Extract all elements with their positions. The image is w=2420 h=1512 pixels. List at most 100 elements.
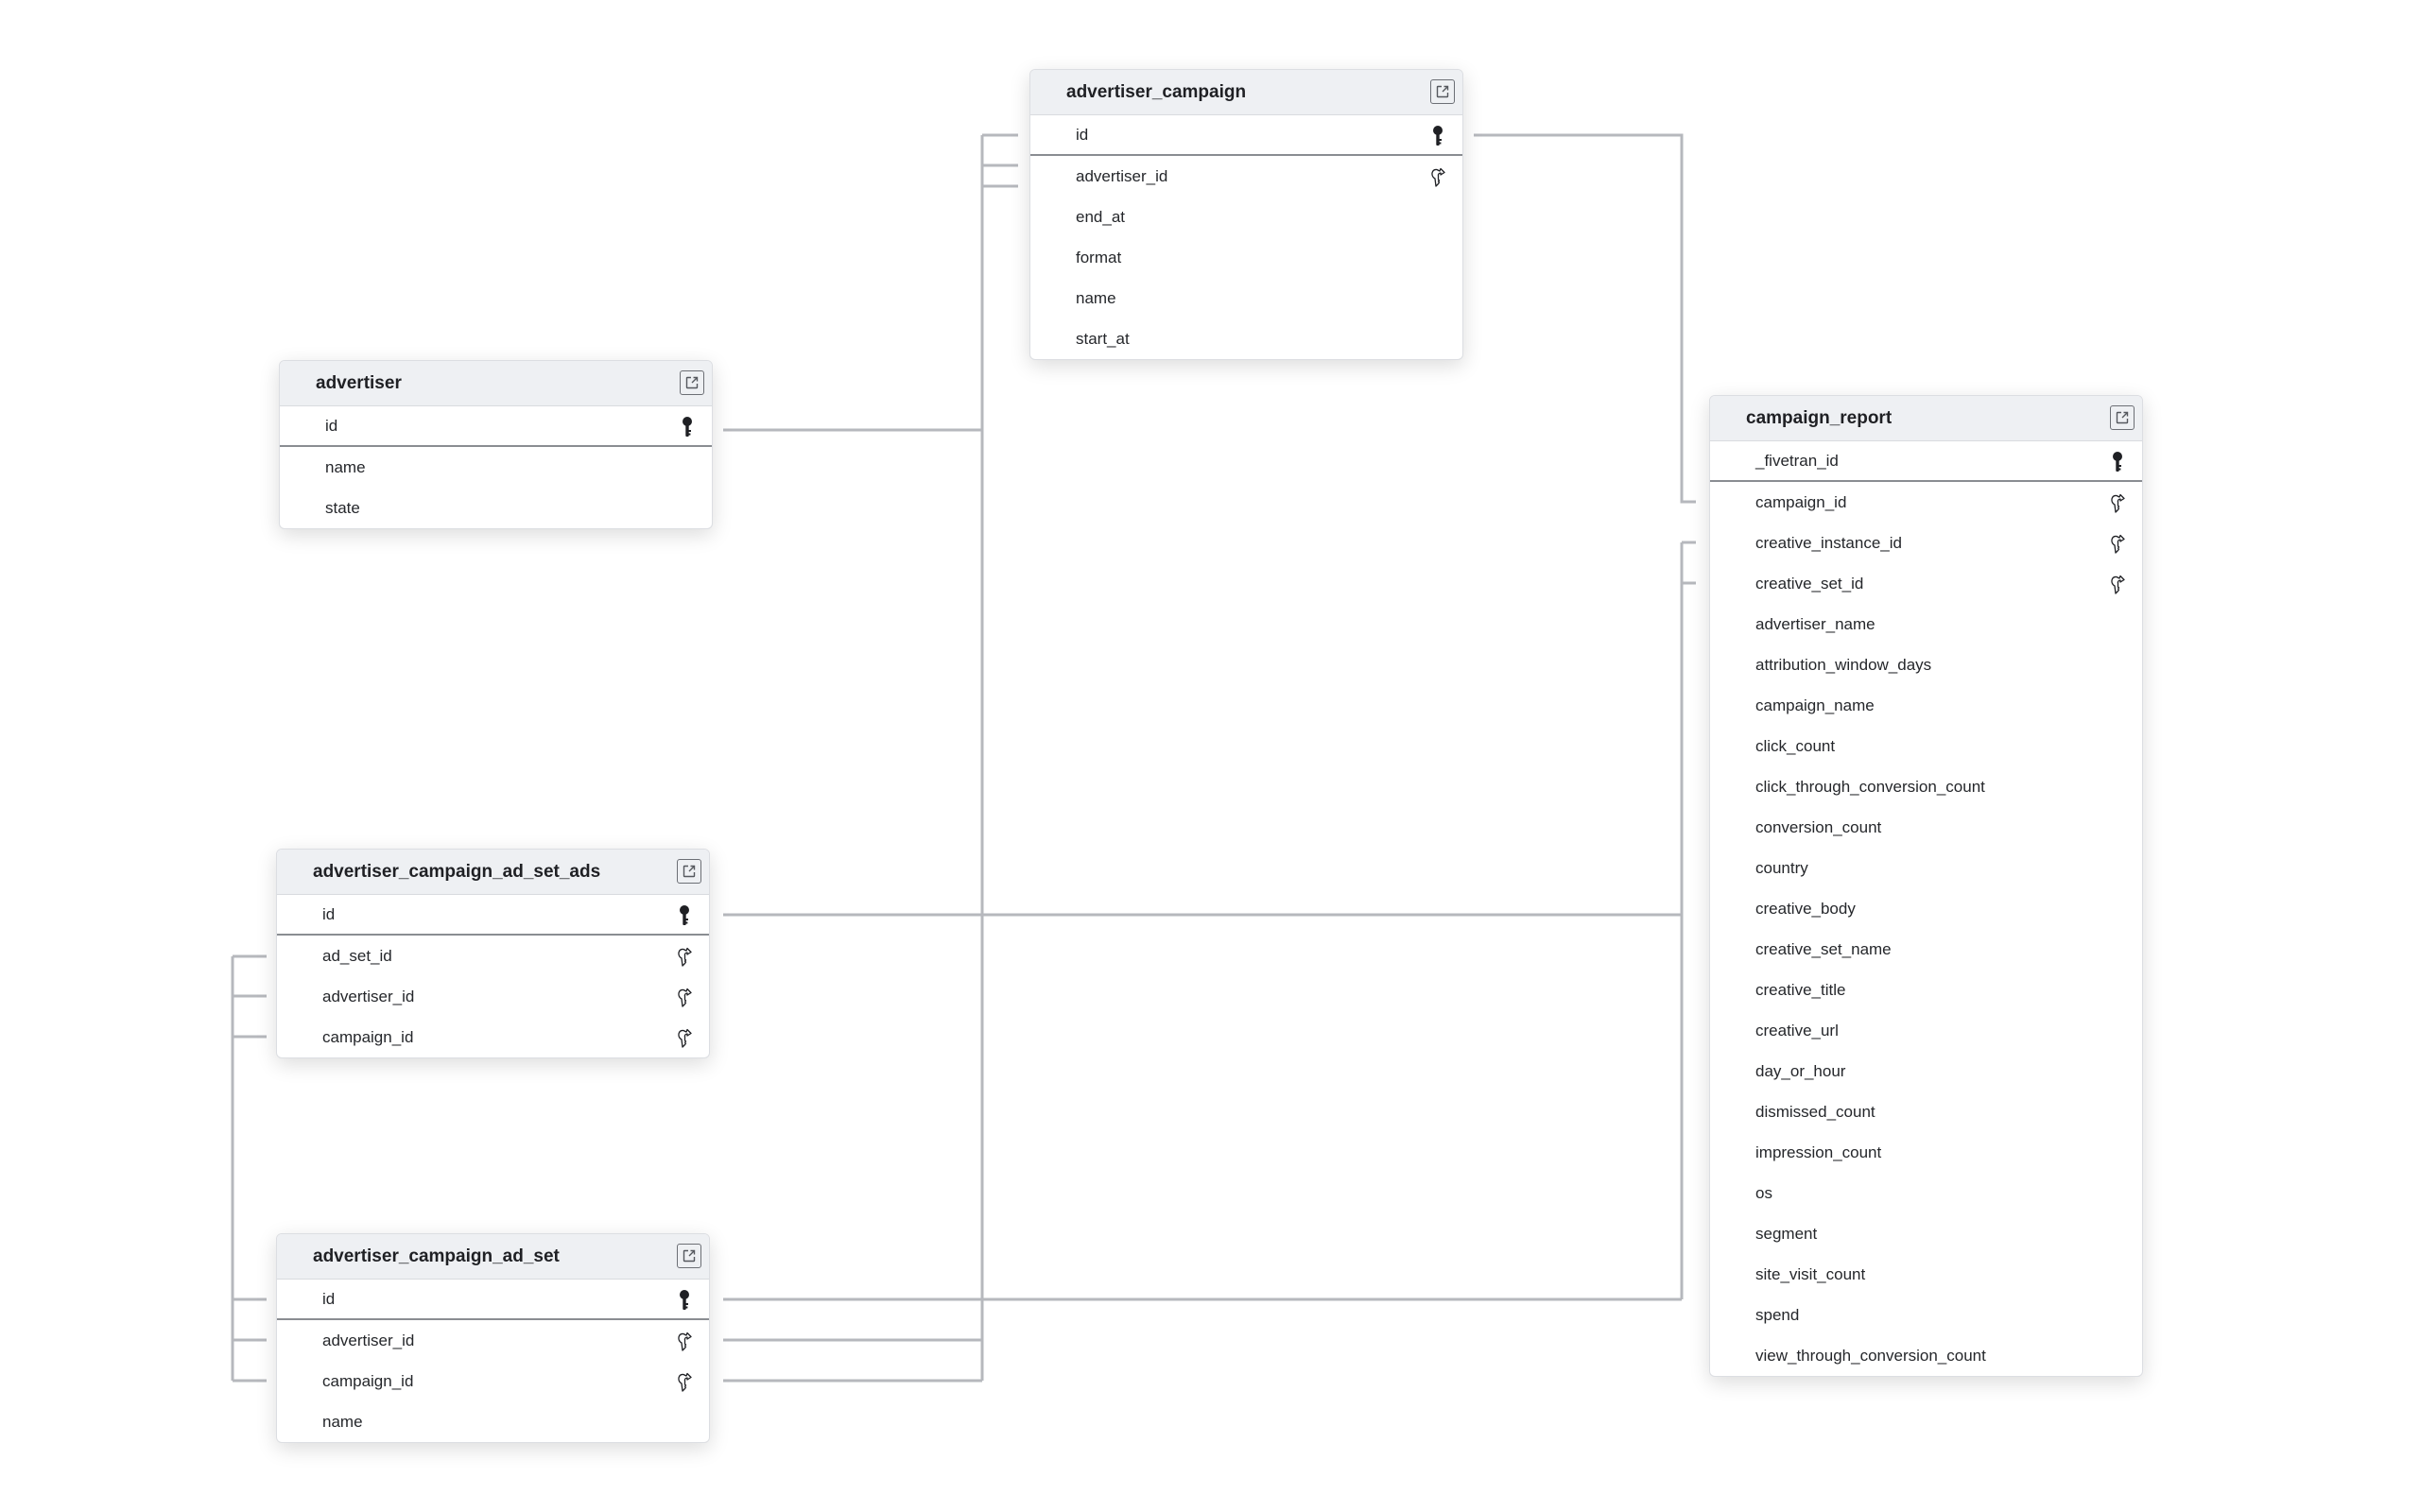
field-row[interactable]: advertiser_id (277, 1320, 709, 1361)
external-link-icon (1436, 85, 1449, 98)
connector-creative-ids (723, 541, 1696, 1301)
external-link-icon (683, 1249, 696, 1263)
field-row[interactable]: creative_set_id (1710, 563, 2142, 604)
field-row[interactable]: state (280, 488, 712, 528)
field-row[interactable]: name (280, 447, 712, 488)
field-row[interactable]: spend (1710, 1295, 2142, 1335)
field-row[interactable]: id (1030, 115, 1462, 156)
table-title: advertiser_campaign_ad_set (313, 1246, 560, 1266)
table-header: advertiser_campaign (1030, 70, 1462, 115)
field-name: id (322, 904, 336, 923)
field-name: name (322, 1412, 363, 1431)
table-title: advertiser_campaign (1066, 81, 1247, 102)
field-row[interactable]: campaign_id (1710, 482, 2142, 523)
table-card-advertiser-campaign-ad-set-ads[interactable]: advertiser_campaign_ad_set_ads id ad_set_… (276, 849, 710, 1058)
field-row[interactable]: dismissed_count (1710, 1091, 2142, 1132)
field-row[interactable]: impression_count (1710, 1132, 2142, 1173)
field-row[interactable]: campaign_id (277, 1017, 709, 1057)
field-row[interactable]: campaign_name (1710, 685, 2142, 726)
field-row[interactable]: click_count (1710, 726, 2142, 766)
field-name: start_at (1076, 329, 1130, 348)
field-row[interactable]: id (280, 406, 712, 447)
field-row[interactable]: advertiser_name (1710, 604, 2142, 644)
field-row[interactable]: os (1710, 1173, 2142, 1213)
open-table-button[interactable] (677, 1244, 701, 1268)
field-row[interactable]: conversion_count (1710, 807, 2142, 848)
field-name: advertiser_id (322, 1331, 415, 1349)
field-name: click_through_conversion_count (1755, 777, 1985, 796)
foreign-key-icon (2110, 573, 2125, 595)
field-row[interactable]: country (1710, 848, 2142, 888)
field-row[interactable]: id (277, 1280, 709, 1320)
foreign-key-icon (1430, 165, 1445, 188)
field-name: attribution_window_days (1755, 655, 1932, 674)
field-name: _fivetran_id (1755, 451, 1839, 470)
field-row[interactable]: site_visit_count (1710, 1254, 2142, 1295)
field-name: end_at (1076, 207, 1125, 226)
foreign-key-icon (677, 1026, 692, 1049)
field-name: click_count (1755, 736, 1836, 755)
field-name: id (322, 1289, 336, 1308)
field-row[interactable]: click_through_conversion_count (1710, 766, 2142, 807)
field-row[interactable]: _fivetran_id (1710, 441, 2142, 482)
field-row[interactable]: attribution_window_days (1710, 644, 2142, 685)
table-header: campaign_report (1710, 396, 2142, 441)
field-name: creative_title (1755, 980, 1846, 999)
field-name: creative_url (1755, 1021, 1839, 1040)
table-card-advertiser[interactable]: advertiser id name state (279, 360, 713, 529)
table-title: advertiser (316, 372, 402, 393)
open-table-button[interactable] (2110, 405, 2135, 430)
field-name: advertiser_id (322, 987, 415, 1005)
foreign-key-icon (677, 986, 692, 1008)
table-title: campaign_report (1746, 407, 1893, 428)
field-row[interactable]: creative_body (1710, 888, 2142, 929)
table-card-advertiser-campaign[interactable]: advertiser_campaign id advertiser_id end_a… (1029, 69, 1463, 360)
field-row[interactable]: view_through_conversion_count (1710, 1335, 2142, 1376)
connector-advertiser-id (723, 133, 1018, 1383)
field-row[interactable]: day_or_hour (1710, 1051, 2142, 1091)
field-row[interactable]: format (1030, 237, 1462, 278)
field-row[interactable]: name (1030, 278, 1462, 318)
table-card-advertiser-campaign-ad-set[interactable]: advertiser_campaign_ad_set id advertiser_… (276, 1233, 710, 1443)
field-row[interactable]: ad_set_id (277, 936, 709, 976)
field-row[interactable]: creative_url (1710, 1010, 2142, 1051)
field-name: name (325, 457, 366, 476)
field-name: site_visit_count (1755, 1264, 1866, 1283)
field-row[interactable]: creative_title (1710, 970, 2142, 1010)
field-row[interactable]: creative_instance_id (1710, 523, 2142, 563)
field-row[interactable]: campaign_id (277, 1361, 709, 1401)
field-name: dismissed_count (1755, 1102, 1876, 1121)
field-row[interactable]: advertiser_id (277, 976, 709, 1017)
field-row[interactable]: name (277, 1401, 709, 1442)
field-name: advertiser_id (1076, 166, 1168, 185)
external-link-icon (683, 865, 696, 878)
field-name: id (325, 416, 338, 435)
open-table-button[interactable] (677, 859, 701, 884)
field-name: day_or_hour (1755, 1061, 1846, 1080)
table-header: advertiser_campaign_ad_set_ads (277, 850, 709, 895)
field-name: country (1755, 858, 1808, 877)
field-row[interactable]: start_at (1030, 318, 1462, 359)
field-name: ad_set_id (322, 946, 392, 965)
field-name: creative_set_name (1755, 939, 1892, 958)
connector-ad-set-id (231, 954, 267, 1383)
field-name: creative_set_id (1755, 574, 1864, 593)
primary-key-icon (677, 1289, 692, 1312)
field-name: conversion_count (1755, 817, 1882, 836)
field-row[interactable]: creative_set_name (1710, 929, 2142, 970)
field-row[interactable]: segment (1710, 1213, 2142, 1254)
field-name: view_through_conversion_count (1755, 1346, 1986, 1365)
primary-key-icon (680, 416, 695, 438)
connector-campaign-id (1474, 133, 1696, 504)
field-row[interactable]: advertiser_id (1030, 156, 1462, 197)
field-name: campaign_name (1755, 696, 1875, 714)
field-row[interactable]: end_at (1030, 197, 1462, 237)
table-card-campaign-report[interactable]: campaign_report _fivetran_id campaign_id c… (1709, 395, 2143, 1377)
open-table-button[interactable] (1430, 79, 1455, 104)
field-name: os (1755, 1183, 1772, 1202)
foreign-key-icon (677, 1330, 692, 1352)
field-row[interactable]: id (277, 895, 709, 936)
foreign-key-icon (2110, 532, 2125, 555)
field-name: state (325, 498, 360, 517)
open-table-button[interactable] (680, 370, 704, 395)
